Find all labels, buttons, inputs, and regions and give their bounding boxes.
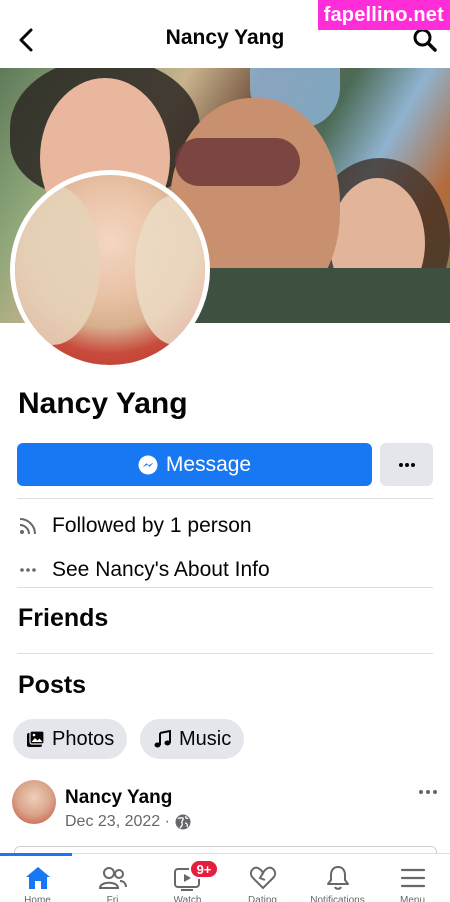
post-date-text: Dec 23, 2022 · — [65, 813, 170, 830]
ellipsis-icon — [20, 568, 36, 572]
tab-watch[interactable]: 9+ Watch — [150, 854, 225, 902]
music-chip[interactable]: Music — [140, 719, 245, 759]
tab-menu-label: Menu — [399, 895, 425, 902]
profile-picture[interactable] — [10, 170, 210, 370]
post-author-avatar[interactable] — [12, 780, 56, 824]
tab-dating-label: Dating — [248, 895, 277, 902]
post-more-button[interactable] — [416, 784, 440, 800]
globe-icon — [175, 814, 191, 830]
followed-by-row: Followed by 1 person — [18, 511, 252, 541]
tab-menu[interactable]: Menu — [375, 854, 450, 902]
message-button[interactable]: Message — [17, 443, 372, 486]
post-author-name[interactable]: Nancy Yang — [65, 787, 172, 809]
profile-name: Nancy Yang — [18, 387, 188, 420]
tab-notifications[interactable]: Notifications — [300, 854, 375, 902]
music-chip-label: Music — [179, 727, 232, 750]
posts-section-title: Posts — [18, 671, 87, 699]
about-info-row[interactable]: See Nancy's About Info — [18, 555, 270, 585]
followed-by-text: Followed by 1 person — [52, 514, 252, 537]
rss-feed-icon — [19, 518, 36, 535]
home-icon — [25, 867, 50, 889]
watermark: fapellino.net — [317, 0, 450, 30]
bell-icon — [326, 866, 349, 890]
divider — [17, 587, 433, 588]
tab-friends[interactable]: Fri — [75, 854, 150, 902]
active-tab-indicator — [0, 853, 72, 856]
ellipsis-icon — [398, 462, 415, 467]
heart-icon — [249, 866, 276, 890]
tab-watch-label: Watch — [173, 895, 202, 902]
tab-notifications-label: Notifications — [310, 895, 365, 902]
search-button[interactable] — [412, 27, 438, 53]
tab-friends-label: Fri — [106, 895, 119, 902]
music-note-icon — [154, 729, 171, 747]
photo-icon — [27, 729, 45, 747]
watch-badge: 9+ — [189, 859, 219, 879]
more-options-button[interactable] — [380, 443, 433, 486]
search-icon — [413, 28, 437, 52]
divider — [17, 498, 433, 499]
menu-icon — [400, 868, 425, 888]
ellipsis-icon — [419, 790, 437, 794]
about-info-link[interactable]: See Nancy's About Info — [52, 558, 270, 582]
messenger-icon — [138, 455, 158, 474]
photos-chip-label: Photos — [52, 727, 115, 750]
tab-dating[interactable]: Dating — [225, 854, 300, 902]
tab-home-label: Home — [24, 895, 51, 902]
message-button-label: Message — [165, 452, 252, 476]
divider — [17, 653, 433, 654]
bottom-navigation: Home Fri 9+ Watch Dating Notifications M… — [0, 853, 450, 902]
post-date[interactable]: Dec 23, 2022 · — [65, 813, 191, 831]
friends-icon — [98, 867, 127, 889]
friends-section-title[interactable]: Friends — [18, 604, 108, 633]
tab-home[interactable]: Home — [0, 853, 75, 902]
photos-chip[interactable]: Photos — [13, 719, 128, 759]
